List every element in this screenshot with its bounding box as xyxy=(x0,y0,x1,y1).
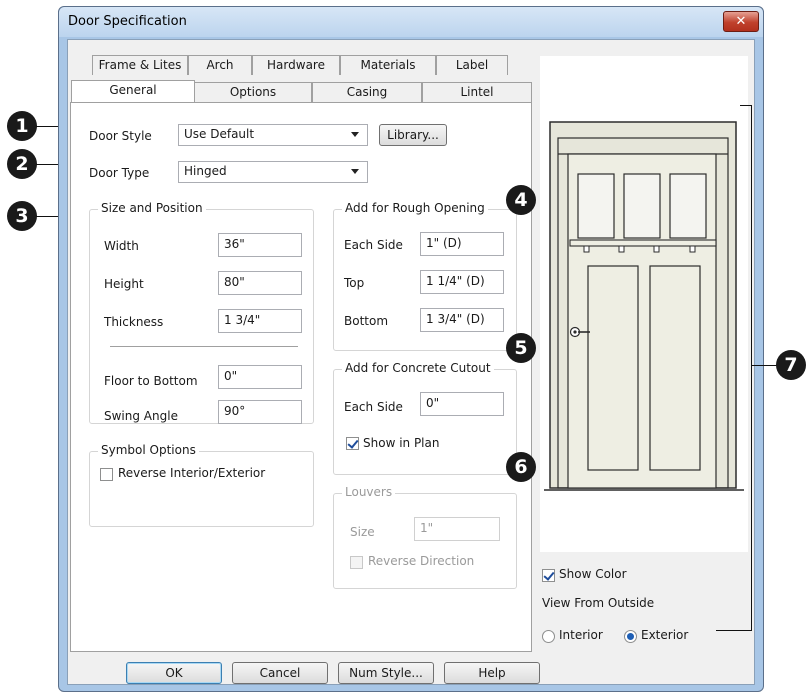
tab-options[interactable]: Options xyxy=(194,82,312,102)
interior-label: Interior xyxy=(559,628,603,642)
callout-3: 3 xyxy=(7,201,37,231)
rough-bottom-field[interactable]: 1 3/4" (D) xyxy=(420,308,504,332)
title-bar: Door Specification ✕ xyxy=(59,7,763,37)
callout-7-bracket-bottom xyxy=(716,630,752,631)
louver-size-label: Size xyxy=(350,525,375,539)
callout-6: 6 xyxy=(506,452,536,482)
door-type-select[interactable]: Hinged xyxy=(178,161,368,183)
rough-each-side-label: Each Side xyxy=(344,238,403,252)
interior-radio[interactable] xyxy=(542,630,555,643)
height-field[interactable]: 80" xyxy=(218,271,302,295)
cancel-button[interactable]: Cancel xyxy=(232,662,328,684)
exterior-radio[interactable] xyxy=(624,630,637,643)
symbol-options-group: Symbol Options Reverse Interior/Exterior xyxy=(89,443,314,527)
height-label: Height xyxy=(104,277,144,291)
thickness-field[interactable]: 1 3/4" xyxy=(218,309,302,333)
louver-size-field[interactable]: 1" xyxy=(414,517,500,541)
size-divider xyxy=(110,346,298,347)
rough-bottom-label: Bottom xyxy=(344,314,389,328)
tab-frame-lites[interactable]: Frame & Lites xyxy=(92,55,188,75)
dialog-window: Door Specification ✕ Frame & Lites Arch … xyxy=(58,6,764,692)
swing-angle-field[interactable]: 90° xyxy=(218,400,302,424)
concrete-cutout-title: Add for Concrete Cutout xyxy=(342,361,494,375)
door-preview xyxy=(540,56,748,552)
door-type-value: Hinged xyxy=(184,164,227,178)
width-field[interactable]: 36" xyxy=(218,233,302,257)
chevron-down-icon xyxy=(351,169,359,174)
rough-top-field[interactable]: 1 1/4" (D) xyxy=(420,270,504,294)
floor-to-bottom-field[interactable]: 0" xyxy=(218,365,302,389)
chevron-down-icon xyxy=(351,132,359,137)
callout-1: 1 xyxy=(7,111,37,141)
dialog-client: Frame & Lites Arch Hardware Materials La… xyxy=(67,39,755,685)
close-icon[interactable]: ✕ xyxy=(723,11,759,32)
general-tab-panel: Door Style Use Default Library... Door T… xyxy=(70,102,532,652)
width-label: Width xyxy=(104,239,139,253)
exterior-label: Exterior xyxy=(641,628,689,642)
tab-materials[interactable]: Materials xyxy=(340,55,436,75)
callout-7: 7 xyxy=(776,350,806,380)
door-style-value: Use Default xyxy=(184,127,255,141)
rough-opening-title: Add for Rough Opening xyxy=(342,201,488,215)
window-title: Door Specification xyxy=(68,14,187,29)
door-preview-drawing xyxy=(544,121,744,491)
rough-top-label: Top xyxy=(344,276,365,290)
door-type-label: Door Type xyxy=(89,166,150,180)
reverse-interior-exterior-checkbox[interactable] xyxy=(100,468,113,481)
tab-label[interactable]: Label xyxy=(436,55,508,75)
callout-7-bracket-vertical xyxy=(751,105,752,631)
callout-5: 5 xyxy=(506,333,536,363)
show-color-checkbox[interactable] xyxy=(542,569,555,582)
louvers-group: Louvers Size 1" Reverse Direction xyxy=(333,485,517,589)
cutout-each-side-field[interactable]: 0" xyxy=(420,392,504,416)
tab-casing[interactable]: Casing xyxy=(312,82,422,102)
show-in-plan-checkbox[interactable] xyxy=(346,437,359,450)
rough-opening-group: Add for Rough Opening Each Side 1" (D) T… xyxy=(333,201,517,351)
size-position-group: Size and Position Width 36" Height 80" T… xyxy=(89,201,314,424)
rough-each-side-field[interactable]: 1" (D) xyxy=(420,232,504,256)
callout-7-leader xyxy=(751,365,777,366)
symbol-options-title: Symbol Options xyxy=(98,443,199,457)
swing-angle-label: Swing Angle xyxy=(104,409,178,423)
show-color-label: Show Color xyxy=(559,567,627,581)
callout-4: 4 xyxy=(506,185,536,215)
help-button[interactable]: Help xyxy=(444,662,540,684)
louvers-title: Louvers xyxy=(342,485,396,499)
tab-hardware[interactable]: Hardware xyxy=(252,55,340,75)
callout-2: 2 xyxy=(7,149,37,179)
door-style-select[interactable]: Use Default xyxy=(178,124,368,146)
floor-to-bottom-label: Floor to Bottom xyxy=(104,374,198,388)
size-position-title: Size and Position xyxy=(98,201,206,215)
ok-button[interactable]: OK xyxy=(126,662,222,684)
reverse-direction-label: Reverse Direction xyxy=(368,554,475,568)
num-style-button[interactable]: Num Style... xyxy=(338,662,434,684)
tab-general[interactable]: General xyxy=(71,80,195,102)
door-style-label: Door Style xyxy=(89,129,152,143)
tab-lintel[interactable]: Lintel xyxy=(422,82,532,102)
show-in-plan-label: Show in Plan xyxy=(363,436,440,450)
reverse-direction-checkbox[interactable] xyxy=(350,556,363,569)
reverse-interior-exterior-label: Reverse Interior/Exterior xyxy=(118,466,266,480)
tab-arch[interactable]: Arch xyxy=(188,55,252,75)
view-from-label: View From Outside xyxy=(542,596,655,610)
concrete-cutout-group: Add for Concrete Cutout Each Side 0" Sho… xyxy=(333,361,517,475)
library-button[interactable]: Library... xyxy=(379,124,447,146)
cutout-each-side-label: Each Side xyxy=(344,400,403,414)
thickness-label: Thickness xyxy=(104,315,164,329)
